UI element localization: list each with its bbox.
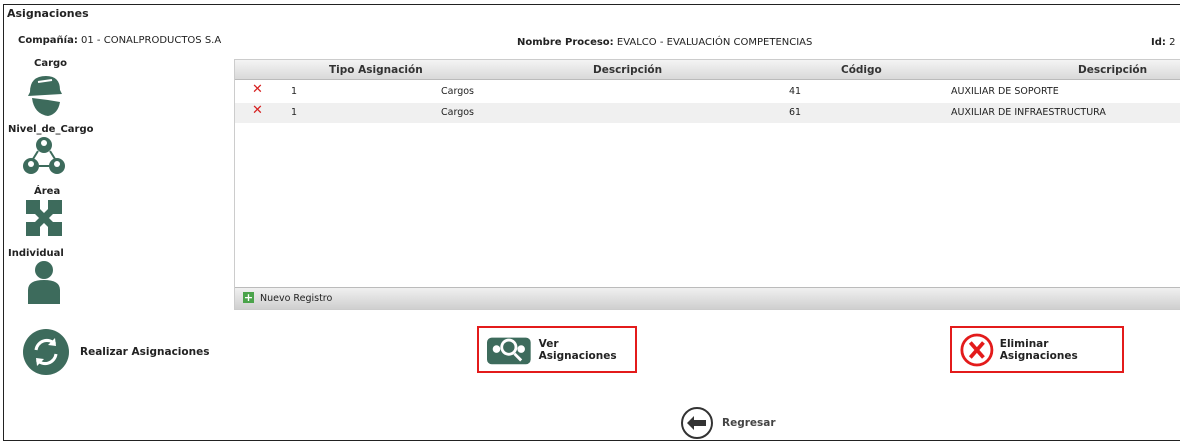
delete-row-icon[interactable]: ✕ [252, 82, 263, 97]
grid-footer: + Nuevo Registro [235, 287, 1180, 309]
column-header-descripcion[interactable]: Descripción [593, 64, 662, 76]
puzzle-hands-icon[interactable] [22, 196, 66, 240]
id-label: Id: [1151, 37, 1166, 48]
id-value: 2 [1169, 37, 1176, 48]
eliminar-asignaciones-button[interactable]: Eliminar Asignaciones [950, 326, 1124, 373]
column-header-descripcion-2[interactable]: Descripción [1078, 64, 1147, 76]
ver-asignaciones-button[interactable]: Ver Asignaciones [477, 326, 637, 373]
cell-descripcion-2: AUXILIAR DE SOPORTE [951, 86, 1059, 97]
table-row[interactable]: ✕ 1 Cargos 61 AUXILIAR DE INFRAESTRUCTUR… [235, 103, 1180, 123]
cell-descripcion: Cargos [441, 86, 474, 97]
process-value: EVALCO - EVALUACIÓN COMPETENCIAS [616, 37, 813, 48]
delete-row-icon[interactable]: ✕ [252, 103, 263, 118]
refresh-icon [23, 329, 69, 375]
sidebar-item-cargo-label: Cargo [34, 58, 68, 69]
sidebar-item-nivel-label: Nivel_de_Cargo [8, 124, 94, 135]
back-arrow-icon [681, 407, 713, 439]
id-info: Id: 2 [1151, 37, 1175, 48]
cell-tipo: 1 [291, 86, 298, 97]
cell-descripcion-2: AUXILIAR DE INFRAESTRUCTURA [951, 107, 1106, 118]
worker-helmet-icon[interactable] [22, 72, 66, 118]
realizar-asignaciones-button[interactable]: Realizar Asignaciones [22, 328, 209, 376]
cell-descripcion: Cargos [441, 107, 474, 118]
add-record-icon[interactable]: + [243, 292, 254, 303]
new-record-button[interactable]: Nuevo Registro [260, 293, 332, 304]
window-title: Asignaciones [7, 7, 89, 20]
process-label: Nombre Proceso: [517, 37, 614, 48]
eliminar-asignaciones-label: Eliminar Asignaciones [999, 337, 1078, 362]
company-value: 01 - CONALPRODUCTOS S.A [81, 35, 222, 46]
assignments-grid: Tipo Asignación Descripción Código Descr… [234, 59, 1180, 310]
table-row[interactable]: ✕ 1 Cargos 41 AUXILIAR DE SOPORTE [235, 82, 1180, 102]
sidebar-item-individual-label: Individual [8, 248, 64, 259]
users-search-icon [487, 337, 531, 364]
delete-x-icon [960, 333, 994, 366]
column-header-codigo[interactable]: Código [841, 64, 882, 76]
cell-tipo: 1 [291, 107, 298, 118]
cell-codigo: 61 [789, 107, 802, 118]
company-info: Compañía: 01 - CONALPRODUCTOS S.A [18, 35, 221, 46]
ver-asignaciones-label: Ver Asignaciones [538, 337, 617, 362]
hierarchy-people-icon[interactable] [22, 136, 66, 176]
column-header-tipo[interactable]: Tipo Asignación [329, 64, 423, 76]
grid-header: Tipo Asignación Descripción Código Descr… [235, 60, 1180, 80]
regresar-button[interactable]: Regresar [680, 406, 776, 440]
realizar-asignaciones-label: Realizar Asignaciones [80, 346, 210, 358]
regresar-label: Regresar [722, 417, 776, 429]
cell-codigo: 41 [789, 86, 802, 97]
person-icon[interactable] [26, 260, 62, 304]
company-label: Compañía: [18, 35, 78, 46]
process-info: Nombre Proceso: EVALCO - EVALUACIÓN COMP… [517, 37, 812, 48]
